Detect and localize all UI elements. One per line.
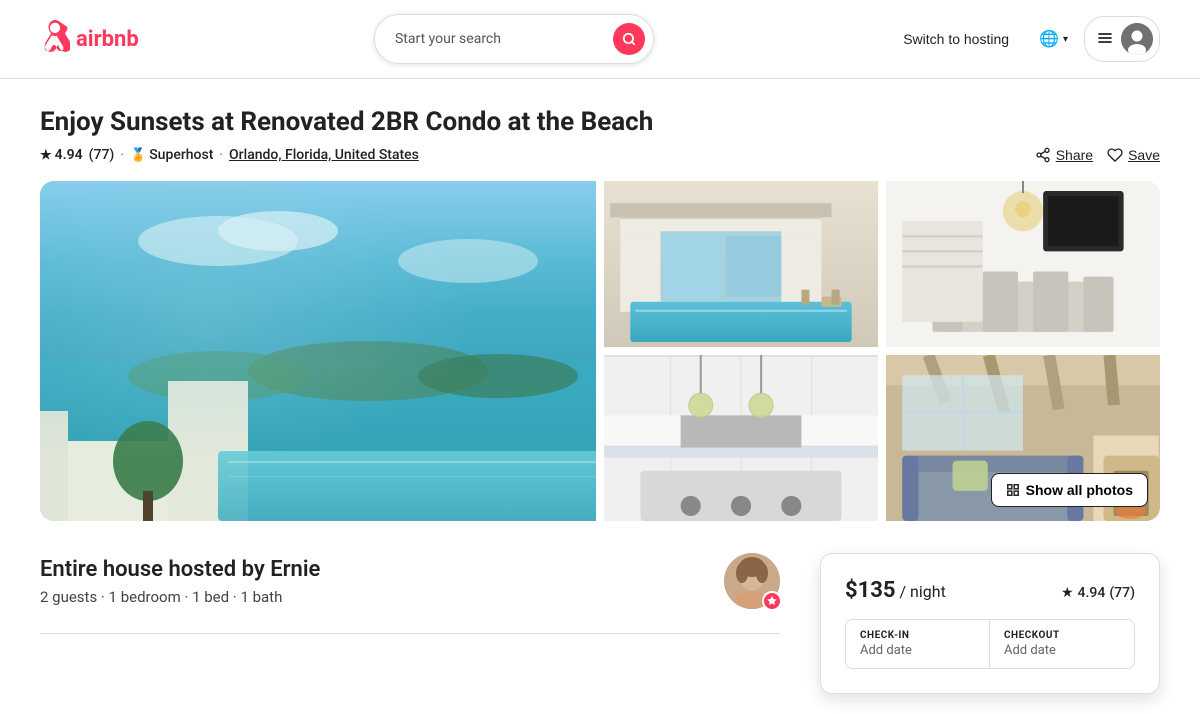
listing-meta: ★ 4.94 (77) · 🏅 Superhost · Orlando, Flo…	[40, 147, 1160, 163]
logo-text: airbnb	[76, 27, 139, 52]
date-row[interactable]: CHECK-IN Add date CHECKOUT Add date	[845, 619, 1135, 669]
host-title: Entire house hosted by Ernie	[40, 557, 320, 582]
card-star-icon: ★	[1061, 585, 1074, 601]
host-details: 2 guests · 1 bedroom · 1 bed · 1 bath	[40, 588, 320, 606]
navbar: airbnb Start your search Switch to hosti…	[0, 0, 1200, 79]
star-icon: ★	[40, 148, 52, 163]
listing-title: Enjoy Sunsets at Renovated 2BR Condo at …	[40, 107, 1160, 137]
dot-separator-2: ·	[219, 147, 223, 163]
meta-right: Share Save	[1035, 147, 1160, 163]
photo-bottom-right[interactable]: Show all photos	[886, 355, 1160, 521]
price-value: $135	[845, 578, 896, 603]
share-label: Share	[1056, 147, 1093, 163]
checkin-cell[interactable]: CHECK-IN Add date	[846, 620, 990, 668]
host-text: Entire house hosted by Ernie 2 guests · …	[40, 557, 320, 606]
superhost-label: Superhost	[149, 147, 213, 163]
menu-button[interactable]	[1084, 16, 1160, 62]
share-button[interactable]: Share	[1035, 147, 1093, 163]
photo-bottom-left[interactable]	[604, 355, 878, 521]
per-night-label: / night	[899, 582, 945, 601]
show-all-photos-label: Show all photos	[1026, 482, 1133, 498]
logo[interactable]: airbnb	[40, 20, 139, 59]
show-all-photos-button[interactable]: Show all photos	[991, 473, 1148, 507]
rating: ★ 4.94	[40, 147, 83, 163]
card-review-count: (77)	[1109, 585, 1135, 601]
globe-button[interactable]: 🌐 ▾	[1031, 21, 1076, 57]
photo-main[interactable]	[40, 181, 596, 521]
superhost-star-badge	[762, 591, 782, 611]
user-avatar	[1121, 23, 1153, 55]
search-button[interactable]	[613, 23, 645, 55]
medal-icon: 🏅	[130, 148, 146, 163]
photo-grid: Show all photos	[40, 181, 1160, 521]
photo-grid-container: Show all photos	[40, 181, 1160, 521]
airbnb-logo-icon	[40, 20, 70, 59]
card-rating: ★ 4.94 (77)	[1061, 585, 1135, 601]
dot-separator-1: ·	[120, 147, 124, 163]
host-section: Entire house hosted by Ernie 2 guests · …	[40, 553, 780, 634]
location-link[interactable]: Orlando, Florida, United States	[229, 147, 419, 163]
globe-icon: 🌐	[1039, 29, 1059, 49]
heart-icon	[1107, 147, 1123, 163]
listing-info: Entire house hosted by Ernie 2 guests · …	[40, 553, 780, 634]
switch-hosting-button[interactable]: Switch to hosting	[889, 21, 1023, 57]
checkout-cell[interactable]: CHECKOUT Add date	[990, 620, 1134, 668]
rating-value: 4.94	[55, 147, 83, 163]
checkin-label: CHECK-IN	[860, 630, 975, 641]
nav-right: Switch to hosting 🌐 ▾	[889, 16, 1160, 62]
main-content: Enjoy Sunsets at Renovated 2BR Condo at …	[0, 79, 1200, 714]
photo-grid-right: Show all photos	[604, 181, 1160, 521]
review-count: (77)	[89, 147, 115, 163]
host-avatar-container	[724, 553, 780, 609]
photo-top-left[interactable]	[604, 181, 878, 347]
hamburger-icon	[1097, 30, 1113, 49]
save-button[interactable]: Save	[1107, 147, 1160, 163]
grid-icon	[1006, 483, 1020, 497]
save-label: Save	[1128, 147, 1160, 163]
checkout-label: CHECKOUT	[1004, 630, 1120, 641]
photo-top-right[interactable]	[886, 181, 1160, 347]
meta-left: ★ 4.94 (77) · 🏅 Superhost · Orlando, Flo…	[40, 147, 419, 163]
chevron-down-icon: ▾	[1063, 34, 1068, 45]
card-rating-value: 4.94	[1078, 585, 1106, 601]
price-display: $135 / night	[845, 578, 946, 603]
price-row: $135 / night ★ 4.94 (77)	[845, 578, 1135, 603]
bottom-section: Entire house hosted by Ernie 2 guests · …	[40, 553, 1160, 694]
superhost-badge: 🏅 Superhost	[130, 147, 213, 163]
share-icon	[1035, 147, 1051, 163]
search-text: Start your search	[395, 31, 603, 47]
search-bar[interactable]: Start your search	[374, 14, 654, 64]
booking-card: $135 / night ★ 4.94 (77) CHECK-IN Add da…	[820, 553, 1160, 694]
